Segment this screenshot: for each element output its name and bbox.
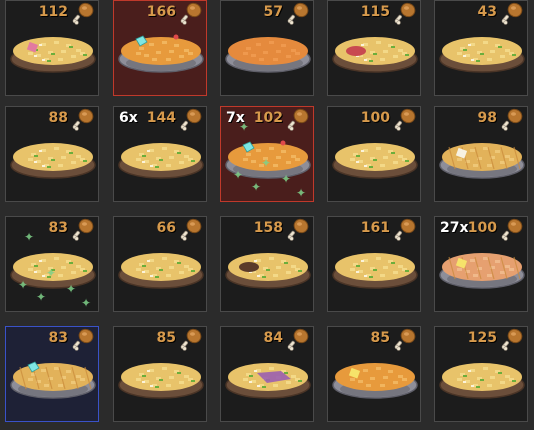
inventory-slot-r3-c2[interactable]: 66: [113, 216, 207, 312]
food-value: 88: [48, 110, 68, 126]
drumstick-icon: [180, 2, 202, 25]
pie-icon: [10, 143, 96, 179]
drumstick-icon: [72, 328, 94, 351]
sparkle-icon: ✦: [296, 186, 307, 200]
pie-icon: [332, 253, 418, 289]
drumstick-icon: [394, 218, 416, 241]
inventory-slot-r2-c3[interactable]: 7x 102 ✦ ✦ ✦ ✦ ✦ ✦: [220, 106, 314, 202]
food-value: 166: [146, 4, 176, 20]
pie-icon: [225, 363, 311, 399]
food-value: 85: [370, 330, 390, 346]
sparkle-icon: ✦: [66, 282, 77, 296]
pie-icon: [332, 363, 418, 399]
inventory-slot-r1-c5[interactable]: 43: [434, 0, 528, 96]
food-value: 85: [156, 330, 176, 346]
pie-icon: [439, 363, 525, 399]
drumstick-icon: [394, 108, 416, 131]
inventory-slot-r1-c1[interactable]: 112: [5, 0, 99, 96]
drumstick-icon: [394, 328, 416, 351]
drumstick-icon: [501, 218, 523, 241]
food-value: 66: [156, 220, 176, 236]
pie-icon: [225, 253, 311, 289]
drumstick-icon: [287, 218, 309, 241]
inventory-slot-r2-c2[interactable]: 6x 144: [113, 106, 207, 202]
drumstick-icon: [287, 328, 309, 351]
food-value: 158: [253, 220, 283, 236]
food-value: 100: [467, 220, 497, 236]
drumstick-icon: [287, 2, 309, 25]
drumstick-icon: [394, 2, 416, 25]
inventory-slot-r2-c1[interactable]: 88: [5, 106, 99, 202]
food-value: 161: [360, 220, 390, 236]
pie-icon: [118, 363, 204, 399]
sparkle-icon: ✦: [251, 180, 262, 194]
inventory-slot-r3-c5[interactable]: 27x 100: [434, 216, 528, 312]
drumstick-icon: [180, 328, 202, 351]
pie-icon: [225, 37, 311, 73]
drumstick-icon: [72, 218, 94, 241]
sparkle-icon: ✦: [24, 230, 35, 244]
stack-count: 27x: [440, 220, 469, 236]
drumstick-icon: [72, 108, 94, 131]
pie-icon: [439, 253, 525, 289]
pie-icon: [118, 253, 204, 289]
sparkle-icon: ✦: [18, 278, 29, 292]
pie-icon: [10, 361, 96, 399]
drumstick-icon: [501, 2, 523, 25]
inventory-slot-r3-c1[interactable]: 83 ✦ ✦ ✦ ✦ ✦ ✦: [5, 216, 99, 312]
food-value: 98: [477, 110, 497, 126]
food-value: 83: [48, 220, 68, 236]
pie-icon: [332, 143, 418, 179]
food-value: 144: [146, 110, 176, 126]
food-value: 43: [477, 4, 497, 20]
pie-icon: [118, 143, 204, 179]
food-value: 84: [263, 330, 283, 346]
food-value: 125: [467, 330, 497, 346]
drumstick-icon: [501, 328, 523, 351]
pie-icon: [439, 143, 525, 179]
sparkle-icon: ✦: [81, 296, 92, 310]
inventory-slot-r3-c3[interactable]: 158: [220, 216, 314, 312]
stack-count: 6x: [119, 110, 138, 126]
drumstick-icon: [180, 218, 202, 241]
food-value: 102: [253, 110, 283, 126]
inventory-slot-r4-c1[interactable]: 83: [5, 326, 99, 422]
inventory-slot-r4-c2[interactable]: 85: [113, 326, 207, 422]
inventory-slot-r1-c3[interactable]: 57: [220, 0, 314, 96]
drumstick-icon: [501, 108, 523, 131]
inventory-slot-r4-c5[interactable]: 125: [434, 326, 528, 422]
food-value: 57: [263, 4, 283, 20]
food-value: 83: [48, 330, 68, 346]
sparkle-icon: ✦: [239, 120, 250, 134]
food-value: 100: [360, 110, 390, 126]
pie-icon: [118, 34, 204, 73]
inventory-slot-r4-c3[interactable]: 84: [220, 326, 314, 422]
drumstick-icon: [72, 2, 94, 25]
sparkle-icon: ✦: [261, 156, 272, 170]
sparkle-icon: ✦: [36, 290, 47, 304]
inventory-slot-r1-c4[interactable]: 115: [327, 0, 421, 96]
food-value: 115: [360, 4, 390, 20]
sparkle-icon: ✦: [46, 266, 57, 280]
food-value: 112: [38, 4, 68, 20]
inventory-slot-r1-c2[interactable]: 166: [113, 0, 207, 96]
pie-icon: [10, 37, 96, 73]
inventory-slot-r3-c4[interactable]: 161: [327, 216, 421, 312]
inventory-slot-r2-c5[interactable]: 98: [434, 106, 528, 202]
sparkle-icon: ✦: [233, 168, 244, 182]
sparkle-icon: ✦: [281, 172, 292, 186]
inventory-grid: 112 166 57 115 43 88 6x 144 7x 102 ✦ ✦ ✦…: [0, 0, 534, 430]
inventory-slot-r4-c4[interactable]: 85: [327, 326, 421, 422]
pie-icon: [332, 37, 418, 73]
pie-icon: [439, 37, 525, 73]
inventory-slot-r2-c4[interactable]: 100: [327, 106, 421, 202]
drumstick-icon: [287, 108, 309, 131]
drumstick-icon: [180, 108, 202, 131]
